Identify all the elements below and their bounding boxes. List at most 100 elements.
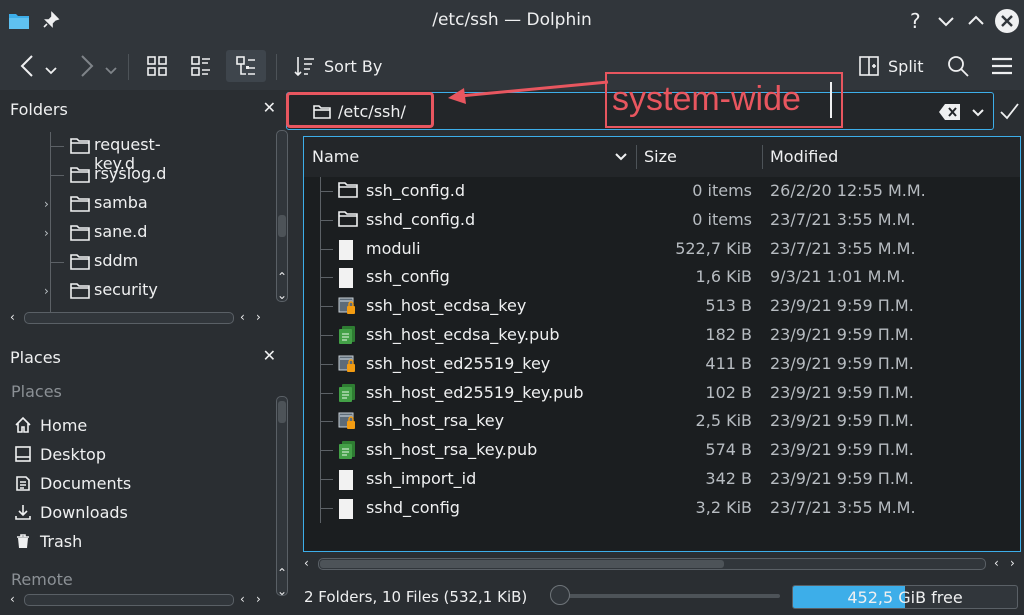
scroll-right-icon[interactable]: ›: [256, 592, 261, 606]
place-item-documents[interactable]: Documents: [14, 469, 131, 497]
help-icon[interactable]: ?: [904, 9, 928, 33]
panel-splitter[interactable]: [0, 330, 300, 338]
documents-icon: [14, 474, 32, 492]
confirm-location-icon[interactable]: [998, 100, 1020, 122]
expand-arrow-icon[interactable]: ›: [44, 226, 49, 240]
place-item-home[interactable]: Home: [14, 411, 87, 439]
tree-branch-line: [320, 263, 334, 293]
search-icon: [948, 56, 969, 77]
scroll-right-icon[interactable]: ›: [1010, 556, 1015, 570]
split-button[interactable]: Split: [858, 50, 923, 82]
location-history-dropdown-icon[interactable]: [970, 104, 986, 120]
scroll-up-icon[interactable]: ⌃: [277, 566, 287, 580]
file-modified: 23/7/21 3:55 Μ.Μ.: [770, 497, 916, 517]
scroll-right-icon[interactable]: ›: [256, 310, 261, 324]
trash-icon: [14, 532, 32, 550]
expand-arrow-icon[interactable]: ›: [44, 197, 49, 211]
tree-branch-line: [320, 234, 334, 264]
window-title: /etc/ssh — Dolphin: [432, 10, 592, 30]
svg-text:?: ?: [910, 9, 921, 33]
minimize-icon[interactable]: [934, 9, 958, 33]
compact-view-button[interactable]: [184, 50, 218, 82]
search-button[interactable]: [946, 50, 970, 82]
folder-icon: [70, 137, 90, 155]
name-column-header[interactable]: Name: [312, 147, 359, 166]
file-row[interactable]: ssh_host_ed25519_key 411 B 23/9/21 9:59 Π.…: [304, 349, 1020, 379]
file-view-horizontal-scrollbar[interactable]: [318, 558, 986, 570]
public-key-icon: [338, 325, 360, 347]
file-name: ssh_host_rsa_key.pub: [366, 440, 538, 460]
hamburger-menu-button[interactable]: [990, 50, 1014, 82]
icons-view-button[interactable]: [140, 50, 174, 82]
scroll-left-icon[interactable]: ‹: [304, 556, 309, 570]
downloads-icon: [14, 503, 32, 521]
file-row[interactable]: ssh_host_ecdsa_key.pub 182 B 23/9/21 9:59 …: [304, 321, 1020, 350]
compact-view-icon: [191, 56, 210, 76]
text-file-icon: [338, 239, 360, 261]
place-item-trash[interactable]: Trash: [14, 527, 82, 555]
scroll-left-icon[interactable]: ‹: [240, 592, 245, 606]
file-row[interactable]: ssh_host_ecdsa_key 513 B 23/9/21 9:59 Π.Μ.: [304, 292, 1020, 322]
file-size: 0 items: [692, 181, 752, 200]
details-view-button[interactable]: [226, 50, 266, 82]
folder-icon: [338, 181, 360, 203]
modified-column-header[interactable]: Modified: [770, 147, 838, 166]
file-modified: 23/9/21 9:59 Π.Μ.: [770, 353, 914, 373]
file-row[interactable]: ssh_host_ed25519_key.pub 102 B 23/9/21 9:5…: [304, 378, 1020, 408]
file-modified: 23/9/21 9:59 Π.Μ.: [770, 325, 914, 344]
places-panel-close-icon[interactable]: ✕: [263, 346, 276, 365]
place-item-desktop[interactable]: Desktop: [14, 440, 106, 468]
forward-button[interactable]: [76, 50, 120, 82]
file-row[interactable]: sshd_config 3,2 KiB 23/7/21 3:55 Μ.Μ.: [304, 493, 1020, 523]
scroll-left-icon[interactable]: ‹: [10, 310, 15, 324]
sort-descending-icon[interactable]: [614, 150, 628, 164]
close-icon[interactable]: [994, 8, 1020, 34]
scroll-left-icon[interactable]: ‹: [10, 592, 15, 606]
scroll-up-icon[interactable]: ⌃: [277, 270, 287, 284]
file-row[interactable]: ssh_import_id 342 B 23/9/21 9:59 Π.Μ.: [304, 465, 1020, 494]
maximize-icon[interactable]: [964, 9, 988, 33]
scroll-left-icon[interactable]: ‹: [994, 556, 999, 570]
file-row[interactable]: ssh_config.d 0 items 26/2/20 12:55 Μ.Μ.: [304, 177, 1020, 206]
scroll-down-icon[interactable]: ⌄: [277, 288, 287, 302]
file-modified: 23/9/21 9:59 Π.Μ.: [770, 411, 914, 431]
text-file-icon: [338, 469, 360, 491]
zoom-slider-handle[interactable]: [550, 585, 570, 605]
clear-location-icon[interactable]: [938, 102, 962, 122]
file-name: ssh_host_rsa_key: [366, 411, 505, 431]
place-label: Trash: [40, 531, 83, 551]
file-name: ssh_import_id: [366, 469, 477, 488]
public-key-icon: [338, 440, 360, 462]
file-size: 2,5 KiB: [695, 411, 752, 431]
file-size: 1,6 KiB: [695, 267, 752, 287]
file-row[interactable]: ssh_host_rsa_key.pub 574 B 23/9/21 9:59 Π.…: [304, 436, 1020, 466]
file-name: ssh_host_ecdsa_key.pub: [366, 325, 560, 344]
tree-branch-line: [320, 205, 334, 235]
file-list-view[interactable]: Name Size Modified ssh_config.d 0 items 26…: [303, 136, 1021, 552]
file-row[interactable]: ssh_host_rsa_key 2,5 KiB 23/9/21 9:59 Π.Μ.: [304, 407, 1020, 437]
file-modified: 23/9/21 9:59 Π.Μ.: [770, 440, 914, 460]
tree-branch-line: [320, 349, 334, 379]
place-item-downloads[interactable]: Downloads: [14, 498, 128, 526]
folders-horizontal-scrollbar[interactable]: [24, 312, 234, 324]
free-space-indicator[interactable]: 452,5 GiB free: [792, 585, 1018, 609]
file-row[interactable]: ssh_config 1,6 KiB 9/3/21 1:01 Μ.Μ.: [304, 263, 1020, 293]
places-horizontal-scrollbar[interactable]: [24, 594, 234, 606]
sort-by-button[interactable]: Sort By: [292, 50, 382, 82]
scroll-down-icon[interactable]: ⌄: [277, 584, 287, 598]
folder-icon: [70, 282, 90, 300]
file-row[interactable]: moduli 522,7 KiB 23/7/21 3:55 Μ.Μ.: [304, 234, 1020, 264]
expand-arrow-icon[interactable]: ›: [44, 284, 49, 298]
file-size: 411 B: [705, 353, 752, 373]
file-modified: 9/3/21 1:01 Μ.Μ.: [770, 267, 906, 287]
file-row[interactable]: sshd_config.d 0 items 23/7/21 3:55 Μ.Μ.: [304, 205, 1020, 235]
details-view-icon: [236, 56, 255, 75]
zoom-slider-track[interactable]: [560, 594, 780, 598]
folders-panel-close-icon[interactable]: ✕: [263, 98, 276, 117]
size-column-header[interactable]: Size: [644, 147, 677, 166]
split-icon: [859, 56, 879, 76]
file-name: ssh_host_ed25519_key.pub: [366, 382, 584, 402]
back-button[interactable]: [16, 50, 60, 82]
scroll-left-icon[interactable]: ‹: [240, 310, 245, 324]
folder-icon: [338, 210, 360, 232]
